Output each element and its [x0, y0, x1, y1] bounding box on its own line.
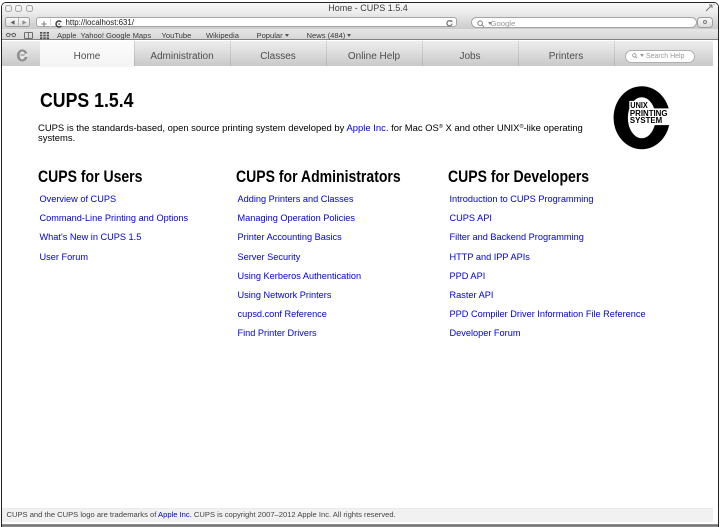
svg-text:SYSTEM: SYSTEM — [630, 116, 663, 125]
